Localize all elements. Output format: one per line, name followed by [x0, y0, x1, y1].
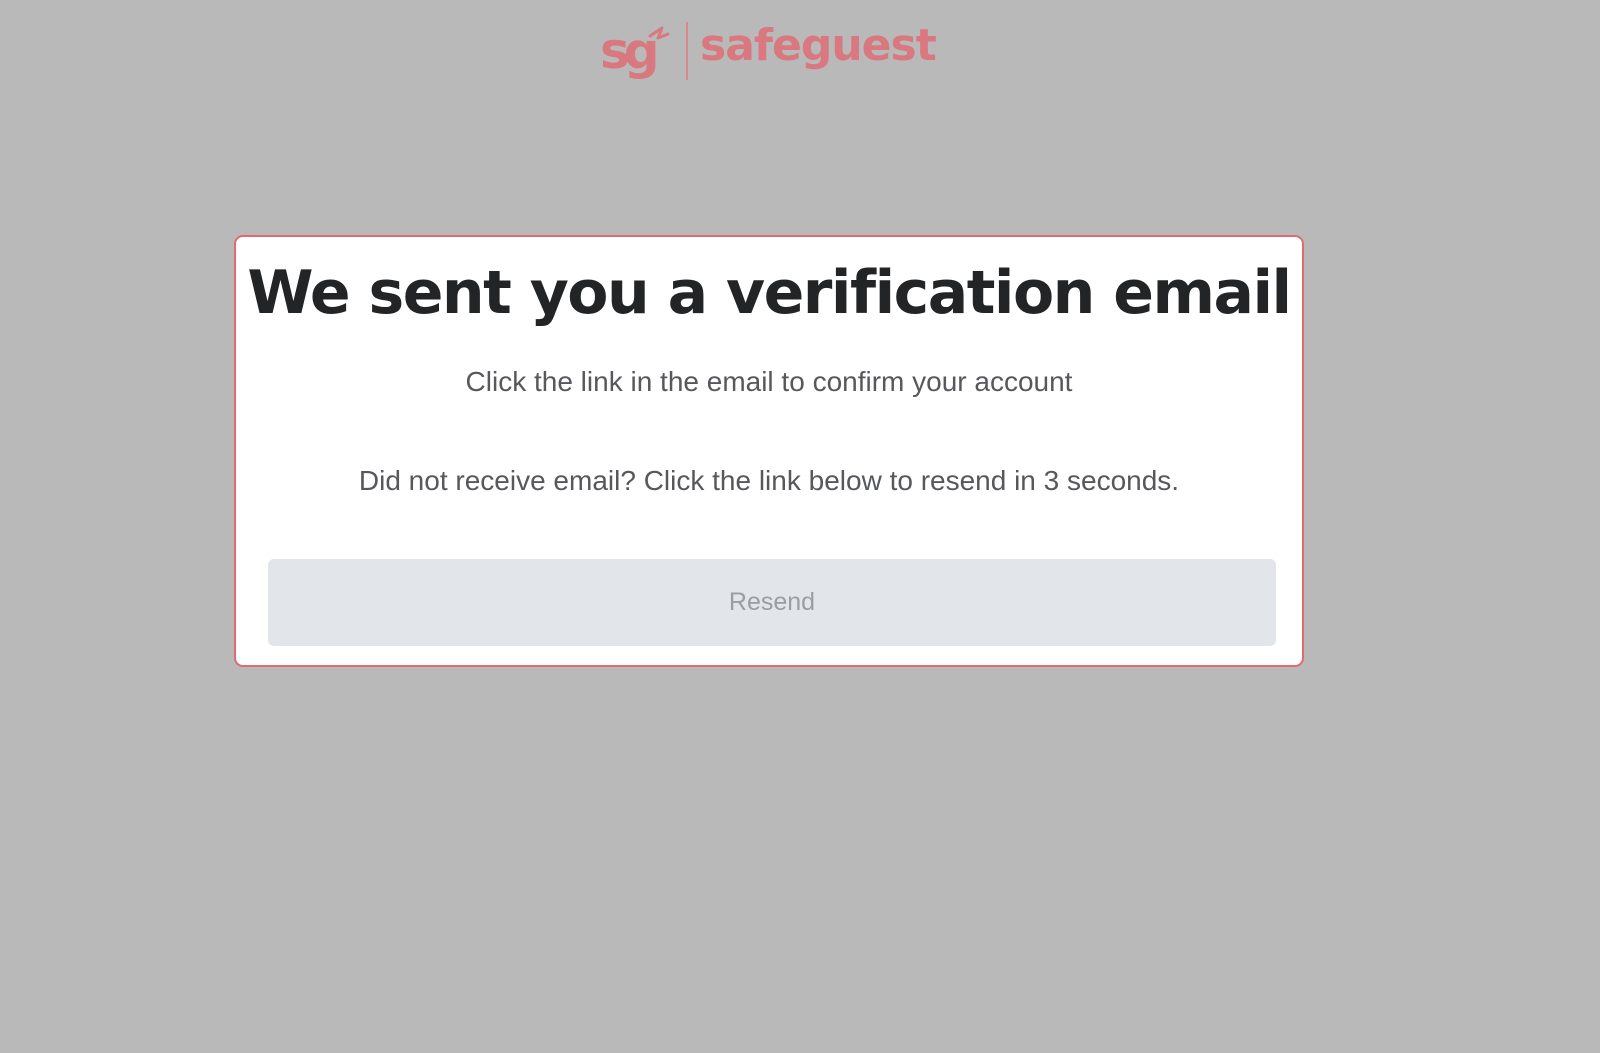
- resend-button[interactable]: Resend: [268, 559, 1276, 646]
- logo-divider: [686, 22, 688, 80]
- safeguest-logo: sg safeguest: [600, 18, 937, 84]
- resend-countdown-text: Did not receive email? Click the link be…: [358, 465, 1180, 496]
- verification-card: We sent you a verification email Click t…: [234, 235, 1304, 667]
- sg-monogram-logo-icon: sg: [600, 22, 670, 80]
- svg-text:sg: sg: [600, 22, 656, 80]
- confirmation-instructions: Click the link in the email to confirm y…: [465, 366, 1073, 397]
- logo-wordmark: safeguest: [700, 20, 937, 71]
- page-title: We sent you a verification email: [247, 258, 1292, 328]
